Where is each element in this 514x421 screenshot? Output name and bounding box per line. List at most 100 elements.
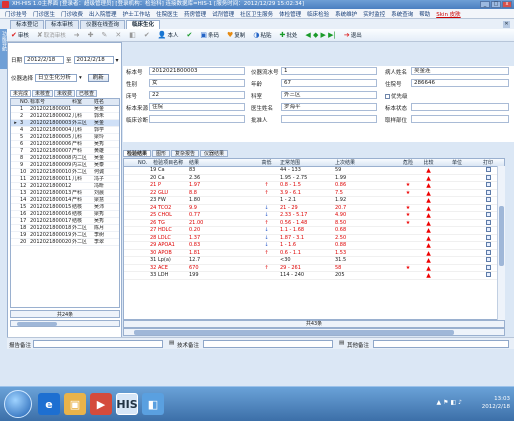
- dept-field[interactable]: 外三区: [281, 91, 377, 99]
- result-row[interactable]: 21 P 1.97 ↑ 0.8 - 1.5 0.86 ★ ▲: [124, 182, 504, 190]
- specimen-row[interactable]: 8 2012021800008 内二区 吴金: [11, 155, 119, 162]
- specimen-no-field[interactable]: 2012021800003: [149, 67, 245, 75]
- menu-item[interactable]: 系统维护: [332, 10, 360, 18]
- specimen-col-header[interactable]: 姓名: [94, 99, 119, 105]
- specimen-col-header[interactable]: 科室: [72, 99, 94, 105]
- result-row[interactable]: 23 FW 1.80 1 - 2.1 1.92 ▲: [124, 197, 504, 205]
- browser-icon[interactable]: e: [38, 393, 60, 415]
- toolbar-button[interactable]: ✕: [111, 31, 125, 39]
- menu-item[interactable]: 护士工作站: [120, 10, 154, 18]
- toolbar-button[interactable]: 👤 本人: [154, 31, 183, 39]
- result-value[interactable]: 1.81: [189, 250, 253, 257]
- specimen-row[interactable]: 14 2012021800014 产科 梁慧: [11, 197, 119, 204]
- module-tab[interactable]: 仪器在线查询: [80, 20, 126, 29]
- specimen-row[interactable]: 10 2012021800010 外二区 何诚: [11, 169, 119, 176]
- specimen-row[interactable]: 16 2012021800016 结核 梁秀: [11, 211, 119, 218]
- specimen-col-header[interactable]: 标本号: [30, 99, 72, 105]
- menu-item[interactable]: 体检管理: [276, 10, 304, 18]
- result-value[interactable]: 83: [189, 167, 253, 174]
- result-col-header[interactable]: 打印: [473, 159, 503, 166]
- result-row[interactable]: 29 APOA1 0.83 ↓ 1 - 1.6 0.88 ▲: [124, 242, 504, 250]
- result-value[interactable]: 12.7: [189, 257, 253, 264]
- specimen-row[interactable]: 17 2012021800017 结核 吴秀: [11, 218, 119, 225]
- priority-checkbox[interactable]: 优先级: [385, 92, 408, 100]
- specimen-status-tab[interactable]: 未收费: [54, 90, 76, 97]
- instrument-select[interactable]: 日立生化分析: [35, 74, 78, 82]
- menu-item[interactable]: 门诊挂号: [2, 10, 30, 18]
- toolbar-button[interactable]: ✔: [183, 31, 197, 39]
- result-col-header[interactable]: 危险: [400, 159, 416, 166]
- toolbar-button[interactable]: ◧: [125, 31, 140, 39]
- toolbar-button[interactable]: ♥ 复制: [223, 31, 249, 39]
- result-tab[interactable]: 图形: [152, 150, 171, 157]
- bed-field[interactable]: 22: [149, 91, 245, 99]
- gender-field[interactable]: 女: [149, 79, 245, 87]
- specimen-row[interactable]: 1 2012021800001 吴金: [11, 106, 119, 113]
- patient-name-field[interactable]: 吴金连: [411, 67, 509, 75]
- close-tab-icon[interactable]: ✕: [503, 21, 510, 28]
- specimen-row[interactable]: 13 2012021800013 产科 刘晨: [11, 190, 119, 197]
- result-vscrollbar[interactable]: [497, 166, 505, 320]
- approver-field[interactable]: [281, 115, 377, 123]
- result-value[interactable]: 199: [189, 272, 253, 279]
- age-field[interactable]: 67: [281, 79, 377, 87]
- result-value[interactable]: 1.80: [189, 197, 253, 204]
- specimen-status-tab[interactable]: 未核查: [32, 90, 54, 97]
- result-value[interactable]: 0.20: [189, 227, 253, 234]
- result-value[interactable]: 9.9: [189, 205, 253, 212]
- specimen-row[interactable]: 7 2012021800007 产科 黄雄: [11, 148, 119, 155]
- specimen-status-tab[interactable]: 未完成: [10, 90, 32, 97]
- result-row[interactable]: 24 TCO2 9.9 ↓ 21 - 29 20.7 ★ ▲: [124, 204, 504, 212]
- menu-item[interactable]: Skin 皮肤: [433, 10, 463, 18]
- specimen-row[interactable]: 20 2012021800020 外二区 李翠: [11, 239, 119, 246]
- toolbar-button[interactable]: ✘ 取消审核: [33, 31, 70, 39]
- specimen-row[interactable]: 5 2012021800005 儿科 梁玲: [11, 134, 119, 141]
- result-col-header[interactable]: 正常范围: [280, 159, 335, 166]
- result-value[interactable]: 8.8: [189, 190, 253, 197]
- result-row[interactable]: 32 ACE 670 ↑ 29 - 261 58 ★ ▲: [124, 264, 504, 272]
- menu-item[interactable]: 门诊医生: [30, 10, 58, 18]
- specimen-status-field[interactable]: [411, 103, 509, 111]
- explorer-icon[interactable]: ▣: [64, 393, 86, 415]
- window-task-icon[interactable]: ◧: [142, 393, 164, 415]
- close-button[interactable]: x: [502, 1, 512, 8]
- result-col-header[interactable]: 高低: [253, 159, 280, 166]
- result-col-header[interactable]: NO. 检验项目名称: [134, 159, 189, 166]
- minimize-button[interactable]: _: [480, 1, 490, 8]
- menu-item[interactable]: 社区卫生服务: [237, 10, 276, 18]
- result-value[interactable]: 2.36: [189, 175, 253, 182]
- module-tab[interactable]: 标本登记: [10, 20, 45, 29]
- date-from-field[interactable]: 2012/2/18: [24, 56, 65, 64]
- result-tab[interactable]: 仪器结果: [200, 150, 229, 157]
- instrument-no-field[interactable]: 1: [281, 67, 377, 75]
- specimen-row[interactable]: 19 2012021800019 外二区 李树: [11, 232, 119, 239]
- result-row[interactable]: 31 Lp(a) 12.7 <30 31.5 ▲: [124, 257, 504, 265]
- result-col-header[interactable]: [124, 159, 134, 166]
- specimen-row[interactable]: 4 2012021800004 儿科 郭学: [11, 127, 119, 134]
- toolbar-button[interactable]: ◑ 粘贴: [249, 31, 275, 39]
- specimen-hscrollbar[interactable]: [10, 320, 120, 327]
- specimen-row[interactable]: 18 2012021800018 外二区 陈月: [11, 225, 119, 232]
- specimen-status-tab[interactable]: 已核查: [76, 90, 98, 97]
- toolbar-button[interactable]: ✔ 审核: [7, 31, 33, 39]
- result-row[interactable]: 33 LDH 199 114 - 240 205 ▲: [124, 272, 504, 280]
- doctor-field[interactable]: 罗海平: [281, 103, 377, 111]
- toolbar-button[interactable]: ✚ 批处: [275, 31, 301, 39]
- menu-item[interactable]: 临床检验: [304, 10, 332, 18]
- app-task-icon[interactable]: HIS: [116, 393, 138, 415]
- result-value[interactable]: 0.77: [189, 212, 253, 219]
- inpatient-no-field[interactable]: 286646: [411, 79, 509, 87]
- media-icon[interactable]: ▶: [90, 393, 112, 415]
- result-row[interactable]: 27 HDLC 0.20 ↓ 1.1 - 1.68 0.68 ▲: [124, 227, 504, 235]
- specimen-col-header[interactable]: NO.: [20, 99, 30, 105]
- menu-item[interactable]: 实时监控: [360, 10, 388, 18]
- start-button[interactable]: [4, 390, 32, 418]
- result-col-header-name[interactable]: 检验项目名称: [153, 160, 183, 166]
- specimen-row[interactable]: 15 2012021800015 结核 吴沛: [11, 204, 119, 211]
- side-nav-strip[interactable]: 功能导航: [0, 29, 7, 69]
- result-tab[interactable]: 检验结果: [123, 150, 152, 157]
- report-note-field[interactable]: [33, 340, 163, 348]
- specimen-row[interactable]: 6 2012021800006 产科 吴秀: [11, 141, 119, 148]
- result-row[interactable]: 28 LDLC 1.37 ↓ 1.87 - 3.1 2.50 ▲: [124, 234, 504, 242]
- toolbar-button[interactable]: ➔ 退出: [340, 31, 366, 39]
